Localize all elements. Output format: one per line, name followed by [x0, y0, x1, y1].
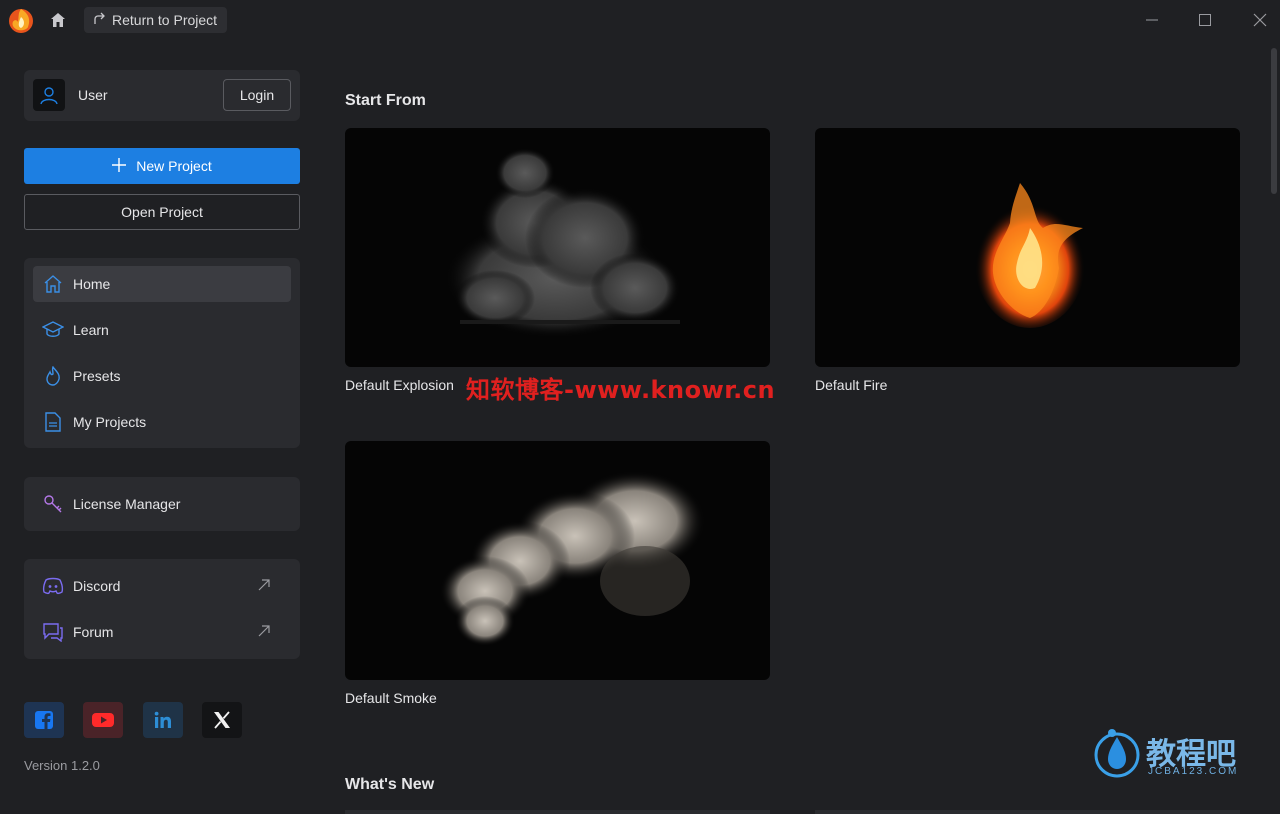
license-manager-label: License Manager: [73, 496, 181, 512]
watermark-url: JCBA123.COM: [1148, 766, 1239, 777]
explosion-image: [445, 148, 680, 338]
flame-icon: [33, 366, 73, 386]
maximize-icon[interactable]: [1195, 10, 1215, 30]
news-card[interactable]: [345, 810, 770, 814]
nav-item-my-projects[interactable]: My Projects: [33, 404, 291, 440]
template-explosion-thumbnail[interactable]: [345, 128, 770, 367]
external-link-icon: [257, 624, 271, 641]
return-to-project-label: Return to Project: [112, 12, 218, 28]
user-card: User Login: [24, 70, 300, 121]
discord-icon: [33, 577, 73, 595]
license-card: License Manager: [24, 477, 300, 531]
nav-item-presets[interactable]: Presets: [33, 358, 291, 394]
x-icon[interactable]: [202, 702, 242, 738]
minimize-icon[interactable]: [1142, 10, 1162, 30]
community-links: Discord Forum: [24, 559, 300, 659]
watermark-logo: 教程吧 JCBA123.COM: [1092, 727, 1252, 782]
return-to-project-button[interactable]: Return to Project: [84, 7, 228, 33]
fire-image: [975, 183, 1085, 328]
key-icon: [33, 494, 73, 514]
template-fire-thumbnail[interactable]: [815, 128, 1240, 367]
avatar[interactable]: [33, 79, 65, 111]
main-nav: Home Learn Presets My Projects: [24, 258, 300, 448]
whats-new-title: What's New: [345, 776, 435, 793]
facebook-icon[interactable]: [24, 702, 64, 738]
close-icon[interactable]: [1250, 10, 1270, 30]
nav-my-projects-label: My Projects: [73, 414, 147, 430]
news-card[interactable]: [815, 810, 1240, 814]
external-link-icon: [257, 578, 271, 595]
login-button[interactable]: Login: [223, 79, 291, 111]
forum-link[interactable]: Forum: [33, 614, 291, 650]
chat-icon: [33, 622, 73, 642]
title-bar: Return to Project: [0, 0, 1280, 40]
graduation-cap-icon: [33, 320, 73, 340]
version-label: Version 1.2.0: [24, 758, 100, 773]
forum-label: Forum: [73, 624, 114, 640]
watermark-text: 知软博客-www.knowr.cn: [466, 376, 776, 404]
app-logo-icon: [6, 5, 36, 35]
discord-label: Discord: [73, 578, 121, 594]
youtube-icon[interactable]: [83, 702, 123, 738]
nav-learn-label: Learn: [73, 322, 109, 338]
new-project-label: New Project: [136, 158, 212, 174]
license-manager-item[interactable]: License Manager: [33, 486, 291, 522]
return-arrow-icon: [92, 12, 106, 29]
start-from-title: Start From: [345, 92, 426, 109]
template-smoke-thumbnail[interactable]: [345, 441, 770, 680]
plus-icon: [112, 157, 127, 175]
nav-item-home[interactable]: Home: [33, 266, 291, 302]
home-icon[interactable]: [47, 9, 69, 31]
document-icon: [33, 412, 73, 432]
nav-home-label: Home: [73, 276, 111, 292]
template-explosion-label: Default Explosion: [345, 377, 454, 393]
template-fire-label: Default Fire: [815, 377, 888, 393]
smoke-image: [440, 471, 705, 646]
discord-link[interactable]: Discord: [33, 568, 291, 604]
open-project-button[interactable]: Open Project: [24, 194, 300, 230]
new-project-button[interactable]: New Project: [24, 148, 300, 184]
scrollbar[interactable]: [1271, 48, 1277, 194]
nav-presets-label: Presets: [73, 368, 121, 384]
home-icon: [33, 274, 73, 294]
user-name: User: [78, 87, 108, 103]
nav-item-learn[interactable]: Learn: [33, 312, 291, 348]
watermark-drop-icon: [1094, 729, 1140, 778]
linkedin-icon[interactable]: [143, 702, 183, 738]
user-icon: [40, 87, 58, 105]
template-smoke-label: Default Smoke: [345, 690, 437, 706]
